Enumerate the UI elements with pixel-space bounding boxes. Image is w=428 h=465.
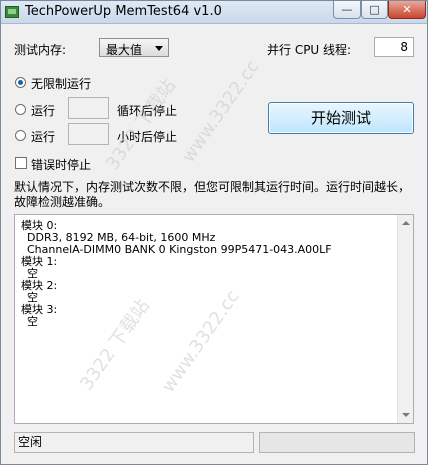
app-window: TechPowerUp MemTest64 v1.0 — □ ✕ 测试内存: 最…	[0, 0, 428, 465]
module-detail: 空	[27, 267, 38, 280]
threads-input[interactable]: 8	[374, 37, 414, 57]
unlimited-label: 无限制运行	[31, 77, 92, 91]
scroll-down-icon[interactable]	[402, 413, 410, 417]
module-header: 模块 1:	[21, 255, 58, 268]
module-detail: 空	[27, 291, 38, 304]
progress-bar	[259, 432, 415, 453]
module-detail: ChannelA-DIMM0 BANK 0 Kingston 99P5471-0…	[27, 243, 332, 256]
loops-input[interactable]	[68, 97, 109, 119]
watermark: 3322 下载站	[102, 75, 180, 175]
module-detail: 空	[27, 315, 38, 328]
loops-run-label: 运行	[31, 104, 56, 118]
minimize-button[interactable]: —	[333, 1, 361, 19]
module-header: 模块 3:	[21, 303, 58, 316]
chevron-down-icon	[155, 46, 163, 51]
status-text: 空闲	[14, 432, 254, 453]
title-bar: TechPowerUp MemTest64 v1.0 — □ ✕	[1, 1, 427, 24]
threads-label: 并行 CPU 线程:	[267, 43, 352, 57]
memory-select-value: 最大值	[106, 43, 143, 57]
radio-hours[interactable]	[15, 130, 26, 141]
description-text: 默认情况下，内存测试次数不限，但您可限制其运行时间。运行时间越长，故障检测越准确…	[14, 180, 411, 209]
maximize-button[interactable]: □	[361, 1, 388, 19]
module-list: 模块 0: DDR3, 8192 MB, 64-bit, 1600 MHz Chan…	[21, 220, 332, 328]
scroll-up-icon[interactable]	[402, 221, 410, 225]
radio-unlimited[interactable]	[15, 77, 26, 88]
memory-chip-icon	[5, 6, 19, 18]
scrollbar[interactable]	[397, 215, 413, 423]
stop-on-error-label: 错误时停止	[31, 158, 92, 172]
memory-label: 测试内存:	[14, 43, 67, 57]
close-button[interactable]: ✕	[388, 1, 426, 19]
watermark: www.3322.cc	[177, 56, 264, 167]
stop-on-error-checkbox[interactable]	[15, 157, 27, 169]
radio-loops[interactable]	[15, 104, 26, 115]
start-test-button[interactable]: 开始测试	[268, 102, 414, 134]
module-header: 模块 2:	[21, 279, 58, 292]
hours-run-label: 运行	[31, 130, 56, 144]
hours-input[interactable]	[68, 123, 109, 145]
memory-select[interactable]: 最大值	[99, 38, 169, 57]
window-title: TechPowerUp MemTest64 v1.0	[25, 4, 222, 19]
